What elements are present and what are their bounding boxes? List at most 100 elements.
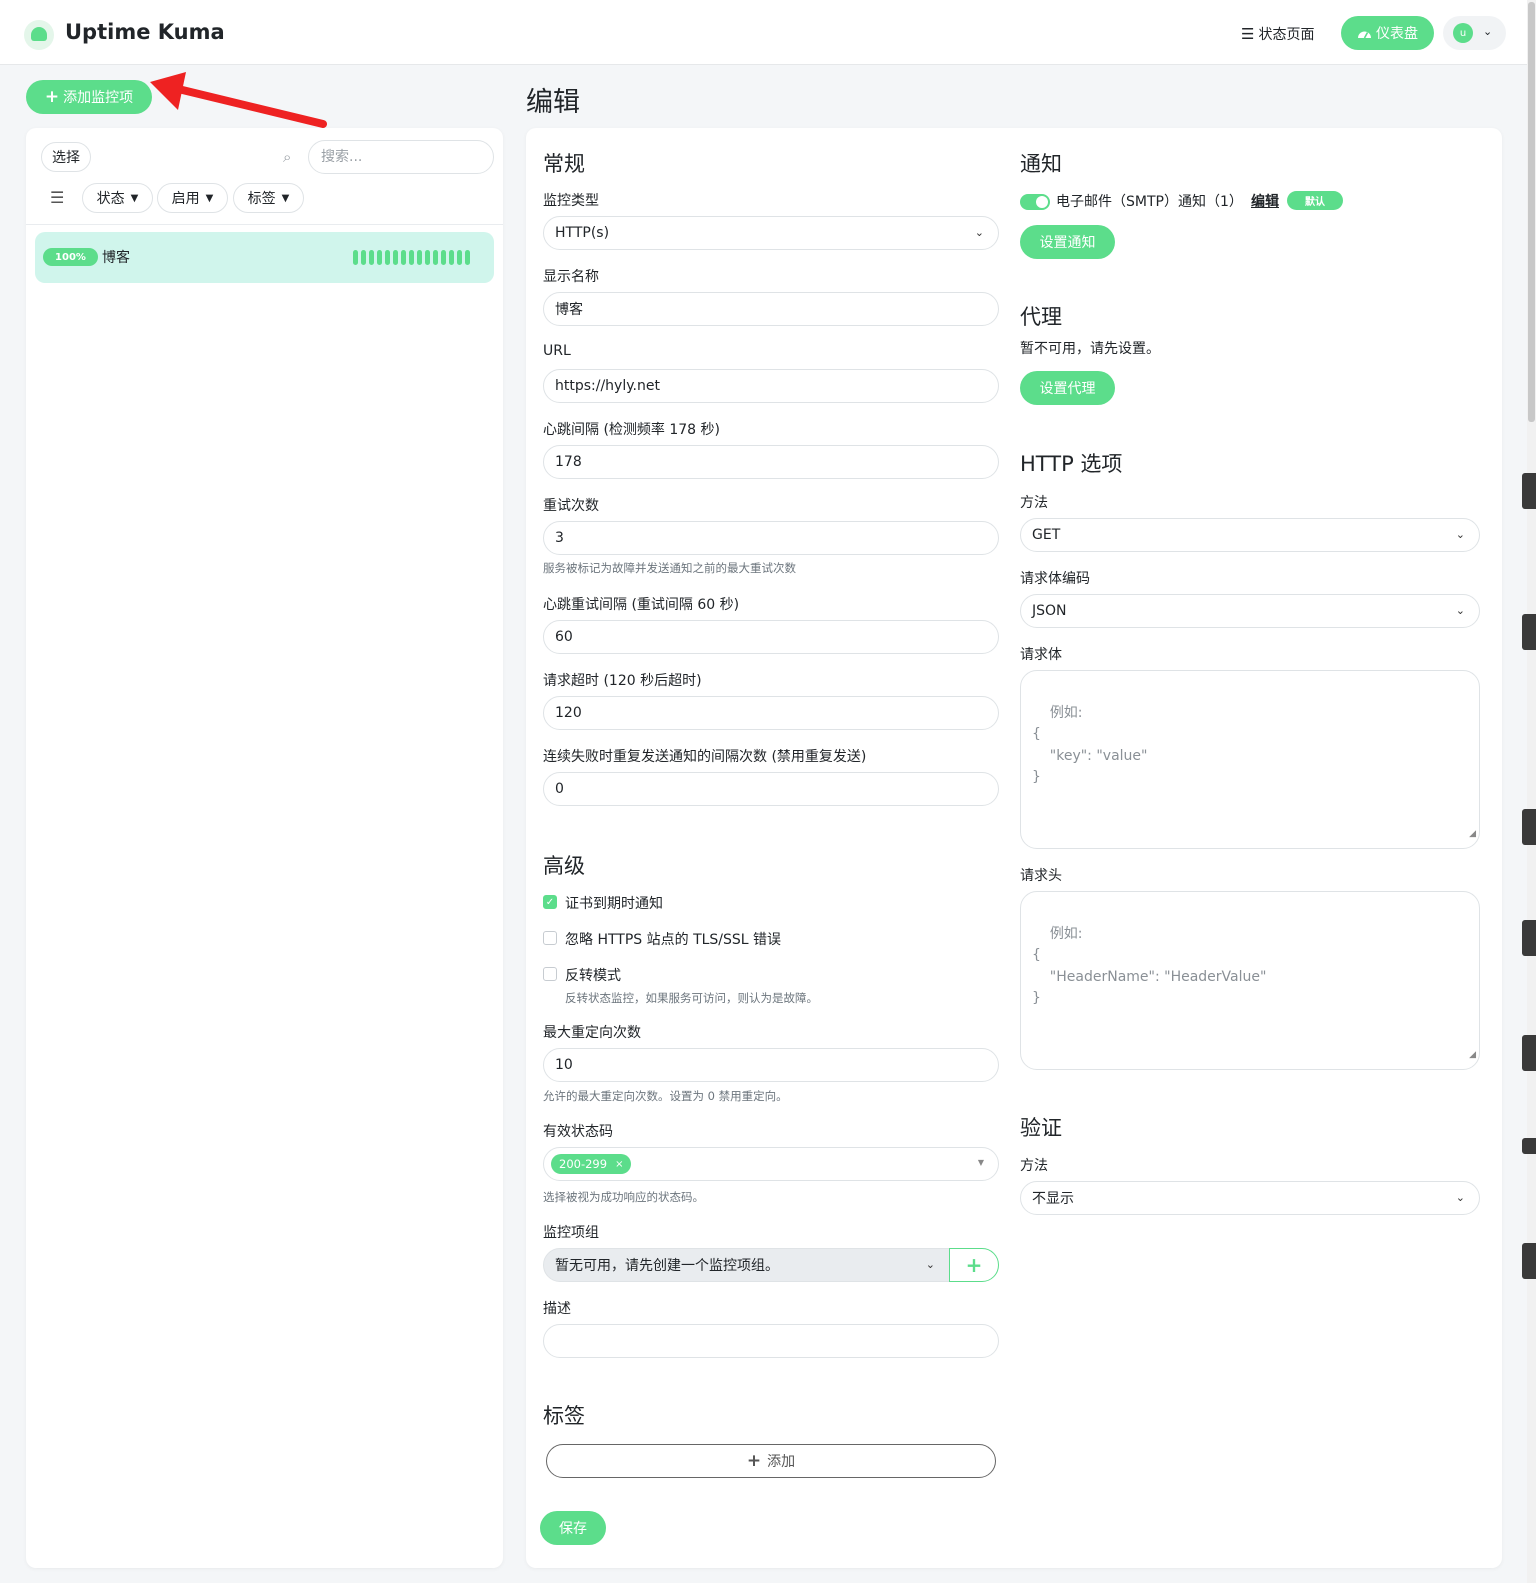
http-method-select[interactable]: GET ⌄ <box>1020 518 1480 552</box>
filter-status-dropdown[interactable]: 状态 ▼ <box>82 183 153 213</box>
group-value: 暂无可用，请先创建一个监控项组。 <box>555 1258 779 1274</box>
heartbeat-beat <box>409 250 414 265</box>
retries-label: 重试次数 <box>543 498 599 514</box>
accepted-codes-multiselect[interactable]: 200-299 × ▼ <box>543 1147 999 1181</box>
monitor-type-select[interactable]: HTTP(s) ⌄ <box>543 216 999 250</box>
request-headers-placeholder: 例如: { "HeaderName": "HeaderValue" } <box>1032 925 1267 1007</box>
ignore-tls-label: 忽略 HTTPS 站点的 TLS/SSL 错误 <box>565 932 782 948</box>
gauge-icon <box>1358 31 1371 39</box>
group-select[interactable]: 暂无可用，请先创建一个监控项组。 ⌄ <box>543 1248 950 1282</box>
side-tab-handle[interactable] <box>1522 1035 1536 1071</box>
filter-label: 标签 <box>247 191 276 207</box>
url-input[interactable]: https://hyly.net <box>543 369 999 403</box>
http-method-value: GET <box>1032 527 1061 543</box>
max-redirects-value: 10 <box>555 1057 573 1073</box>
retry-interval-label: 心跳重试间隔 (重试间隔 60 秒) <box>543 597 740 613</box>
accepted-codes-label: 有效状态码 <box>543 1124 613 1140</box>
request-headers-textarea[interactable]: 例如: { "HeaderName": "HeaderValue" } ◢ <box>1020 891 1480 1070</box>
display-name-value: 博客 <box>555 302 583 318</box>
annotation-arrow-icon <box>150 72 327 128</box>
monitor-list-panel: 选择 ⌕ ☰ 状态 ▼ 启用 ▼ 标签 ▼ 100% 博客 <box>26 128 503 1568</box>
http-method-label: 方法 <box>1020 495 1048 511</box>
status-page-link[interactable]: ☰ 状态页面 <box>1241 24 1314 44</box>
display-name-label: 显示名称 <box>543 269 599 285</box>
resend-label: 连续失败时重复发送通知的间隔次数 (禁用重复发送) <box>543 749 867 765</box>
resend-value: 0 <box>555 781 564 797</box>
interval-label: 心跳间隔 (检测频率 178 秒) <box>543 422 720 438</box>
chevron-down-icon: ⌄ <box>1455 528 1465 541</box>
chevron-down-icon: ⌄ <box>925 1258 935 1271</box>
side-tab-handle[interactable] <box>1522 1138 1536 1154</box>
uptime-kuma-logo-icon[interactable] <box>24 20 54 50</box>
chevron-down-icon: ⌄ <box>1483 25 1493 38</box>
add-group-button[interactable]: + <box>949 1248 999 1282</box>
page-scrollbar-thumb[interactable] <box>1528 2 1535 422</box>
status-code-tag[interactable]: 200-299 × <box>551 1154 632 1174</box>
notification-edit-link[interactable]: 编辑 <box>1251 191 1279 211</box>
max-redirects-input[interactable]: 10 <box>543 1048 999 1082</box>
side-tab-handle[interactable] <box>1522 1243 1536 1279</box>
interval-input[interactable]: 178 <box>543 445 999 479</box>
app-title[interactable]: Uptime Kuma <box>65 20 225 44</box>
status-page-label: 状态页面 <box>1258 27 1315 43</box>
close-icon[interactable]: × <box>615 1159 623 1170</box>
side-tab-handle[interactable] <box>1522 920 1536 956</box>
profile-dropdown[interactable]: u ⌄ <box>1443 16 1506 50</box>
auth-method-value: 不显示 <box>1032 1191 1074 1207</box>
interval-value: 178 <box>555 454 582 470</box>
monitor-list-item[interactable]: 100% 博客 <box>35 232 494 283</box>
timeout-input[interactable]: 120 <box>543 696 999 730</box>
chevron-down-icon: ⌄ <box>1455 1191 1465 1204</box>
body-encoding-value: JSON <box>1032 603 1067 619</box>
add-monitor-button[interactable]: + 添加监控项 <box>26 80 152 114</box>
request-headers-label: 请求头 <box>1020 868 1062 884</box>
resend-input[interactable]: 0 <box>543 772 999 806</box>
side-tab-handle[interactable] <box>1522 473 1536 509</box>
page-title: 编辑 <box>526 87 580 118</box>
tags-section-title: 标签 <box>543 1404 585 1428</box>
ignore-tls-checkbox[interactable] <box>543 931 557 945</box>
retry-interval-value: 60 <box>555 629 573 645</box>
plus-icon: + <box>746 1451 762 1471</box>
body-encoding-select[interactable]: JSON ⌄ <box>1020 594 1480 628</box>
add-tag-label: 添加 <box>767 1454 796 1470</box>
heartbeat-beat <box>449 250 454 265</box>
save-button[interactable]: 保存 <box>540 1511 606 1545</box>
dashboard-button[interactable]: 仪表盘 <box>1341 16 1434 50</box>
upside-down-label: 反转模式 <box>565 968 621 984</box>
request-body-placeholder: 例如: { "key": "value" } <box>1032 704 1148 786</box>
add-monitor-label: 添加监控项 <box>63 90 134 106</box>
auth-section-title: 验证 <box>1020 1116 1062 1140</box>
filter-menu-icon[interactable]: ☰ <box>50 188 64 207</box>
filter-label: 启用 <box>171 191 200 207</box>
filter-tags-dropdown[interactable]: 标签 ▼ <box>233 183 304 213</box>
advanced-section-title: 高级 <box>543 854 585 878</box>
filter-active-dropdown[interactable]: 启用 ▼ <box>157 183 228 213</box>
heartbeat-beat <box>433 250 438 265</box>
resize-handle-icon[interactable]: ◢ <box>1469 824 1476 846</box>
setup-proxy-button[interactable]: 设置代理 <box>1020 371 1115 405</box>
description-input[interactable] <box>543 1324 999 1358</box>
request-body-textarea[interactable]: 例如: { "key": "value" } ◢ <box>1020 670 1480 849</box>
side-tab-handle[interactable] <box>1522 614 1536 650</box>
cert-expiry-checkbox[interactable]: ✓ <box>543 895 557 909</box>
add-tag-button[interactable]: + 添加 <box>546 1444 996 1478</box>
chevron-down-icon: ▼ <box>281 192 290 204</box>
avatar: u <box>1453 23 1473 43</box>
proxy-section-title: 代理 <box>1020 305 1062 329</box>
retry-interval-input[interactable]: 60 <box>543 620 999 654</box>
select-button[interactable]: 选择 <box>41 142 91 172</box>
resize-handle-icon[interactable]: ◢ <box>1469 1045 1476 1067</box>
upside-down-checkbox[interactable] <box>543 967 557 981</box>
auth-method-select[interactable]: 不显示 ⌄ <box>1020 1181 1480 1215</box>
edit-form-panel: 常规 监控类型 HTTP(s) ⌄ 显示名称 博客 URL https://hy… <box>526 128 1502 1568</box>
retries-input[interactable]: 3 <box>543 521 999 555</box>
display-name-input[interactable]: 博客 <box>543 292 999 326</box>
monitor-name: 博客 <box>102 250 130 266</box>
heartbeat-beat <box>393 250 398 265</box>
notification-item-label: 电子邮件（SMTP）通知（1） <box>1056 194 1243 210</box>
setup-notification-button[interactable]: 设置通知 <box>1020 225 1115 259</box>
side-tab-handle[interactable] <box>1522 809 1536 845</box>
search-input[interactable] <box>308 140 494 174</box>
notification-toggle[interactable] <box>1020 194 1050 210</box>
